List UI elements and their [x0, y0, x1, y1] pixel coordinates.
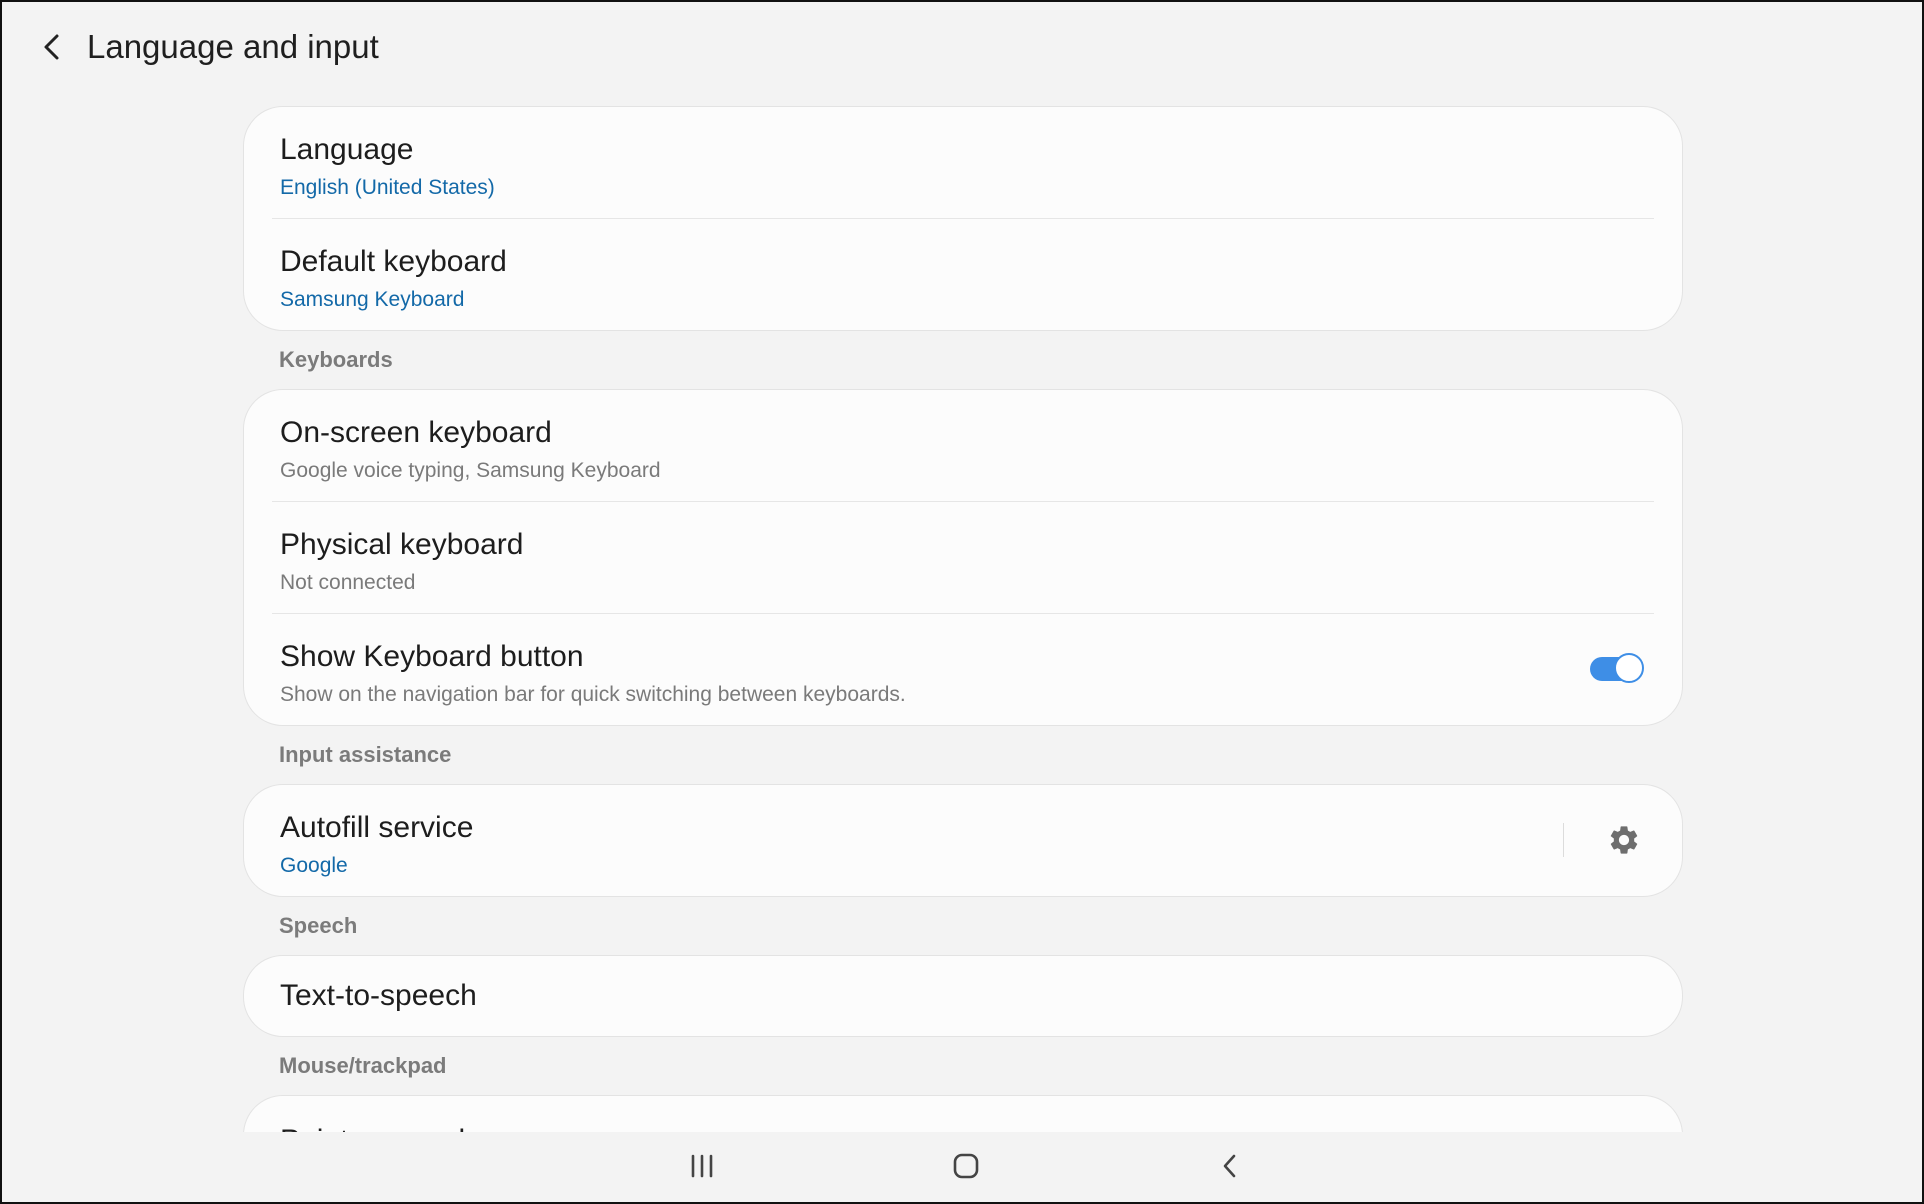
autofill-service-item[interactable]: Autofill service Google [244, 785, 1682, 896]
home-icon [953, 1153, 979, 1179]
card-input-assistance: Autofill service Google [243, 784, 1683, 897]
item-summary: Not connected [280, 571, 416, 594]
card-speech: Text-to-speech [243, 955, 1683, 1037]
item-title: Text-to-speech [280, 979, 477, 1012]
section-header-speech: Speech [279, 913, 358, 938]
default-keyboard-item[interactable]: Default keyboard Samsung Keyboard [244, 219, 1682, 330]
card-general: Language English (United States) Default… [243, 106, 1683, 331]
item-summary: Samsung Keyboard [280, 288, 465, 311]
language-item[interactable]: Language English (United States) [244, 107, 1682, 218]
item-summary: English (United States) [280, 176, 495, 199]
vertical-divider [1563, 823, 1564, 857]
item-title: Autofill service [280, 811, 474, 844]
text-to-speech-item[interactable]: Text-to-speech [244, 956, 1682, 1036]
page-title: Language and input [87, 28, 379, 65]
navigation-bar [2, 1132, 1922, 1202]
gear-icon [1610, 826, 1638, 854]
show-keyboard-button-toggle[interactable] [1588, 652, 1644, 686]
card-keyboards: On-screen keyboard Google voice typing, … [243, 389, 1683, 726]
section-header-mouse-trackpad: Mouse/trackpad [279, 1053, 447, 1078]
app-bar: Language and input [2, 2, 1922, 92]
back-icon [1223, 1154, 1236, 1178]
item-title: On-screen keyboard [280, 416, 552, 449]
item-title: Language [280, 133, 414, 166]
toggle-knob [1614, 653, 1644, 683]
item-title: Show Keyboard button [280, 640, 584, 673]
back-button[interactable] [32, 24, 72, 70]
item-title: Physical keyboard [280, 528, 524, 561]
recents-button[interactable] [672, 1140, 732, 1192]
settings-list: Language English (United States) Default… [243, 106, 1683, 1135]
recents-icon [691, 1154, 713, 1178]
chevron-left-icon [44, 34, 59, 60]
screen: Language and input Language English (Uni… [0, 0, 1924, 1204]
physical-keyboard-item[interactable]: Physical keyboard Not connected [244, 502, 1682, 613]
section-header-input-assistance: Input assistance [279, 742, 452, 767]
show-keyboard-button-item[interactable]: Show Keyboard button Show on the navigat… [244, 614, 1682, 725]
card-mouse-trackpad: Pointer speed [243, 1095, 1683, 1135]
item-summary: Google voice typing, Samsung Keyboard [280, 459, 661, 482]
home-button[interactable] [936, 1140, 996, 1192]
on-screen-keyboard-item[interactable]: On-screen keyboard Google voice typing, … [244, 390, 1682, 501]
autofill-settings-button[interactable] [1602, 818, 1646, 862]
section-header-keyboards: Keyboards [279, 347, 393, 372]
item-summary: Show on the navigation bar for quick swi… [280, 683, 906, 706]
item-title: Default keyboard [280, 245, 507, 278]
nav-back-button[interactable] [1200, 1140, 1260, 1192]
item-summary: Google [280, 854, 348, 877]
